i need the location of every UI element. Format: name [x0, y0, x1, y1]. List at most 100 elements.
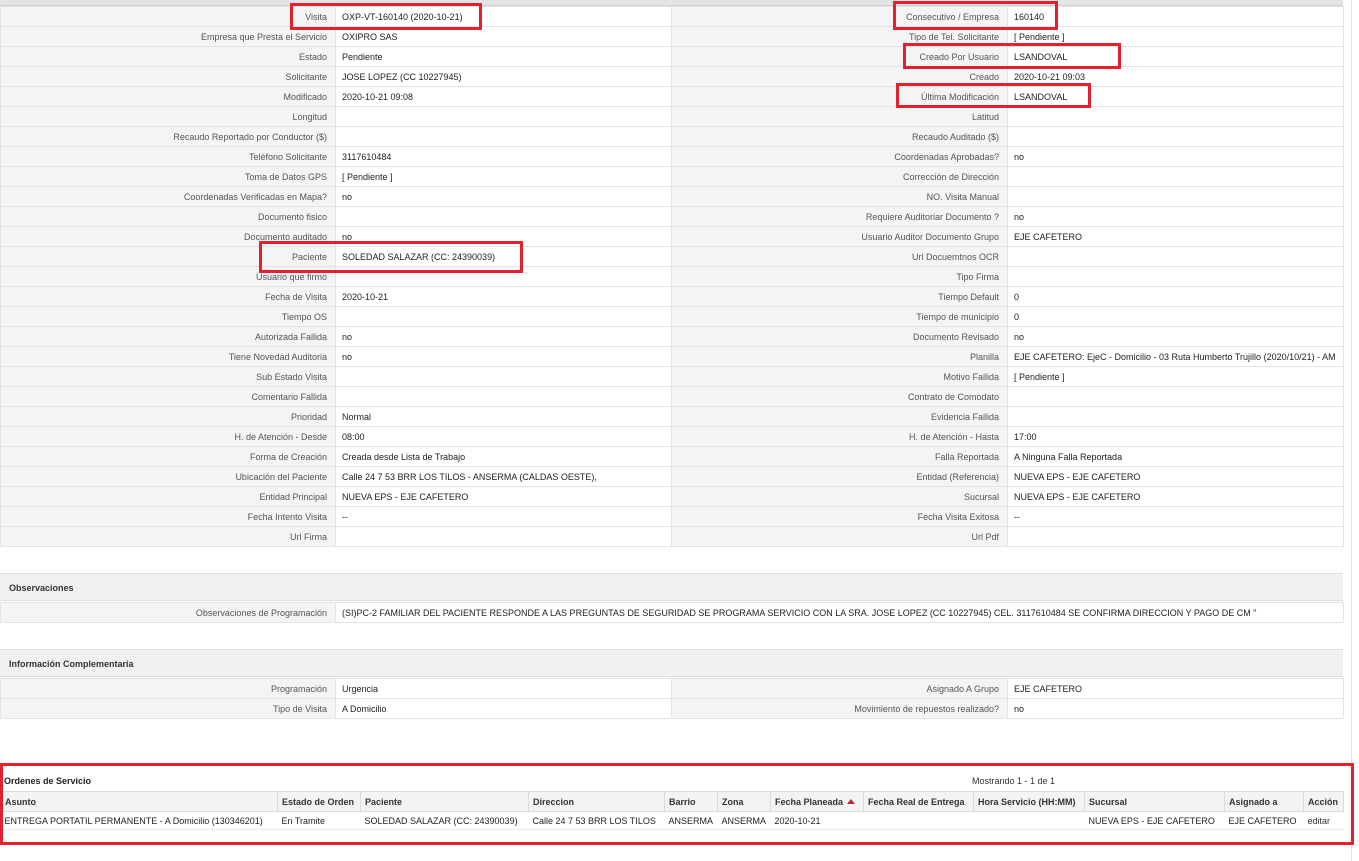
comentario-fallida-label: Comentario Fallida — [0, 386, 336, 407]
tiempo-os-value — [335, 306, 672, 327]
comentario-fallida-value — [335, 386, 672, 407]
detail-row: Autorizada Fallida no Documento Revisado no — [0, 326, 1344, 347]
latitud-value — [1007, 106, 1344, 127]
detail-row: Tipo de Visita A Domicilio Movimiento de r… — [0, 698, 1344, 719]
motivo-fallida-value: [ Pendiente ] — [1007, 366, 1344, 387]
highlight-consecutivo — [893, 1, 1058, 30]
falla-reportada-label: Falla Reportada — [671, 446, 1008, 467]
detail-row: Estado Pendiente Creado Por Usuario LSANDOV… — [0, 46, 1344, 67]
url-docuemtnos-ocr-value — [1007, 246, 1344, 267]
url-pdf-label: Url Pdf — [671, 526, 1008, 547]
detail-row: Tiempo OS Tiempo de municipio 0 — [0, 306, 1344, 327]
detail-row: Sub Estado Visita Motivo Fallida[ Pendien… — [0, 366, 1344, 387]
sucursal-value: NUEVA EPS - EJE CAFETERO — [1007, 486, 1344, 507]
programacion-label: Programación — [0, 678, 336, 699]
asignado-a-grupo-label: Asignado A Grupo — [671, 678, 1008, 699]
info-complementaria-section-header: Información Complementaria — [0, 649, 1343, 677]
sub-estado-visita-label: Sub Estado Visita — [0, 366, 336, 387]
detail-row: Entidad Principal NUEVA EPS - EJE CAFETER… — [0, 486, 1344, 507]
observaciones-row: Observaciones de Programación (SI)PC-2 F… — [0, 602, 1344, 623]
url-firma-value — [335, 526, 672, 547]
ubicacion-del-paciente-value: Calle 24 7 53 BRR LOS TILOS - ANSERMA (C… — [335, 466, 672, 487]
entidad-principal-value: NUEVA EPS - EJE CAFETERO — [335, 486, 672, 507]
detail-row: Comentario Fallida Contrato de Comodato — [0, 386, 1344, 407]
prioridad-label: Prioridad — [0, 406, 336, 427]
highlight-ultima-modificacion — [896, 83, 1091, 108]
entidad-principal-label: Entidad Principal — [0, 486, 336, 507]
estado-label: Estado — [0, 46, 336, 67]
correccion-de-direccion-value — [1007, 166, 1344, 187]
recaudo-reportado-por-conductor-value — [335, 126, 672, 147]
h-de-atencion-desde-label: H. de Atención - Desde — [0, 426, 336, 447]
tiempo-os-label: Tiempo OS — [0, 306, 336, 327]
detail-row: Fecha de Visita 2020-10-21 Tiempo Default 0 — [0, 286, 1344, 307]
detail-row: Empresa que Presta el Servicio OXIPRO SAS… — [0, 26, 1344, 47]
coordenadas-aprobadas-label: Coordenadas Aprobadas? — [671, 146, 1008, 167]
url-firma-label: Url Firma — [0, 526, 336, 547]
recaudo-auditado-value — [1007, 126, 1344, 147]
no-visita-manual-label: NO. Visita Manual — [671, 186, 1008, 207]
detail-row: Prioridad Normal Evidencia Fallida — [0, 406, 1344, 427]
detail-row: Longitud Latitud — [0, 106, 1344, 127]
fecha-visita-exitosa-label: Fecha Visita Exitosa — [671, 506, 1008, 527]
visita-label: Visita — [0, 6, 336, 27]
detail-row: Programación Urgencia Asignado A Grupo EJE … — [0, 678, 1344, 699]
url-pdf-value — [1007, 526, 1344, 547]
movimiento-de-repuestos-realizado-value: no — [1007, 698, 1344, 719]
highlight-visita — [290, 3, 482, 30]
coordenadas-verificadas-en-mapa-label: Coordenadas Verificadas en Mapa? — [0, 186, 336, 207]
documento-fisico-value — [335, 206, 672, 227]
modificado-value: 2020-10-21 09:08 — [335, 86, 672, 107]
info-complementaria-table: Programación Urgencia Asignado A Grupo EJE … — [0, 678, 1344, 719]
tiene-novedad-auditoria-value: no — [335, 346, 672, 367]
h-de-atencion-desde-value: 08:00 — [335, 426, 672, 447]
tipo-firma-label: Tipo Firma — [671, 266, 1008, 287]
fecha-intento-visita-label: Fecha Intento Visita — [0, 506, 336, 527]
detail-row: Toma de Datos GPS[ Pendiente ] Corrección… — [0, 166, 1344, 187]
right-border — [1351, 0, 1352, 861]
documento-fisico-label: Documento fisico — [0, 206, 336, 227]
recaudo-auditado-label: Recaudo Auditado ($) — [671, 126, 1008, 147]
detail-row: Tiene Novedad Auditoria no Planilla EJE CAF… — [0, 346, 1344, 367]
empresa-que-presta-el-servicio-label: Empresa que Presta el Servicio — [0, 26, 336, 47]
tipo-firma-value — [1007, 266, 1344, 287]
detail-row: Solicitante JOSE LOPEZ (CC 10227945) Cread… — [0, 66, 1344, 87]
movimiento-de-repuestos-realizado-label: Movimiento de repuestos realizado? — [671, 698, 1008, 719]
coordenadas-aprobadas-value: no — [1007, 146, 1344, 167]
tiempo-default-label: Tiempo Default — [671, 286, 1008, 307]
ubicacion-del-paciente-label: Ubicación del Paciente — [0, 466, 336, 487]
coordenadas-verificadas-en-mapa-value: no — [335, 186, 672, 207]
telefono-solicitante-label: Teléfono Solicitante — [0, 146, 336, 167]
detail-row: Forma de Creación Creada desde Lista de T… — [0, 446, 1344, 467]
fecha-visita-exitosa-value: -- — [1007, 506, 1344, 527]
estado-value: Pendiente — [335, 46, 672, 67]
tipo-de-visita-value: A Domicilio — [335, 698, 672, 719]
planilla-value: EJE CAFETERO: EjeC - Domicilio - 03 Ruta… — [1007, 346, 1344, 367]
toma-de-datos-gps-label: Toma de Datos GPS — [0, 166, 336, 187]
observaciones-title: Observaciones — [9, 583, 74, 593]
latitud-label: Latitud — [671, 106, 1008, 127]
planilla-label: Planilla — [671, 346, 1008, 367]
requiere-auditoriar-documento-label: Requiere Auditoriar Documento ? — [671, 206, 1008, 227]
tipo-de-visita-label: Tipo de Visita — [0, 698, 336, 719]
telefono-solicitante-value: 3117610484 — [335, 146, 672, 167]
detail-row: Fecha Intento Visita -- Fecha Visita Exito… — [0, 506, 1344, 527]
toma-de-datos-gps-value: [ Pendiente ] — [335, 166, 672, 187]
detail-row: Documento fisico Requiere Auditoriar Docu… — [0, 206, 1344, 227]
contrato-de-comodato-value — [1007, 386, 1344, 407]
sucursal-label: Sucursal — [671, 486, 1008, 507]
asignado-a-grupo-value: EJE CAFETERO — [1007, 678, 1344, 699]
evidencia-fallida-value — [1007, 406, 1344, 427]
detail-row: Documento auditado no Usuario Auditor Docu… — [0, 226, 1344, 247]
visit-details-table: Visita OXP-VT-160140 (2020-10-21) Consecut… — [0, 6, 1344, 547]
forma-de-creacion-label: Forma de Creación — [0, 446, 336, 467]
usuario-auditor-documento-grupo-value: EJE CAFETERO — [1007, 226, 1344, 247]
evidencia-fallida-label: Evidencia Fallida — [671, 406, 1008, 427]
detail-row: Paciente SOLEDAD SALAZAR (CC: 24390039) Ur… — [0, 246, 1344, 267]
h-de-atencion-hasta-value: 17:00 — [1007, 426, 1344, 447]
tiempo-default-value: 0 — [1007, 286, 1344, 307]
correccion-de-direccion-label: Corrección de Dirección — [671, 166, 1008, 187]
detail-row: Visita OXP-VT-160140 (2020-10-21) Consecut… — [0, 6, 1344, 27]
highlight-paciente — [259, 241, 523, 273]
solicitante-label: Solicitante — [0, 66, 336, 87]
